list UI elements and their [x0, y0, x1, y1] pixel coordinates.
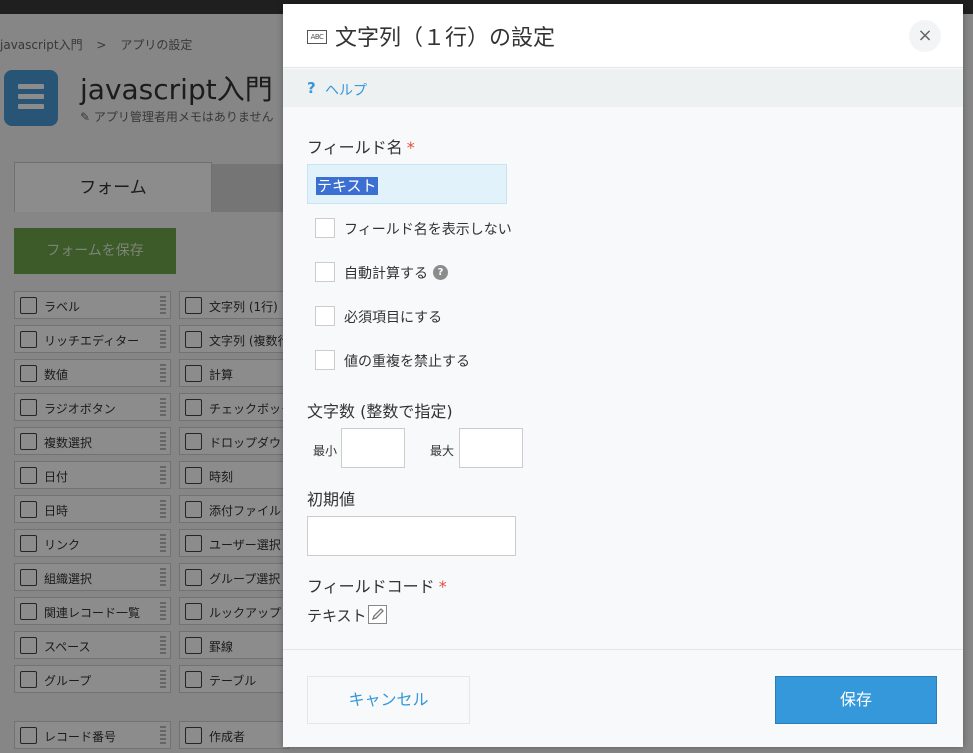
default-value-label: 初期値 — [307, 490, 356, 509]
close-icon: × — [917, 25, 933, 46]
required-mark: * — [406, 138, 415, 157]
abc-text-icon: ABC — [307, 30, 327, 44]
default-value-input[interactable] — [307, 516, 516, 556]
max-label: 最大 — [430, 444, 455, 458]
field-name-label: フィールド名 * — [307, 134, 415, 158]
field-code-label-text: フィールドコード — [307, 577, 435, 596]
dialog-footer: キャンセル 保存 — [283, 649, 963, 747]
max-length-input[interactable] — [459, 428, 523, 468]
field-settings-dialog: ABC 文字列（１行）の設定 × ? ヘルプ フィールド名 * テキスト フィール… — [283, 4, 963, 747]
auto-calc-label[interactable]: 自動計算する — [344, 263, 428, 283]
min-length-input[interactable] — [341, 428, 405, 468]
required-label[interactable]: 必須項目にする — [344, 307, 442, 327]
edit-icon[interactable] — [368, 605, 387, 624]
required-mark: * — [438, 577, 447, 596]
help-icon[interactable]: ? — [307, 79, 316, 97]
dialog-title: 文字列（１行）の設定 — [335, 26, 556, 51]
help-row: ? ヘルプ — [283, 69, 963, 107]
cancel-button[interactable]: キャンセル — [307, 676, 470, 724]
field-code-label: フィールドコード * — [307, 573, 447, 597]
hide-field-name-checkbox[interactable] — [315, 218, 335, 238]
help-link[interactable]: ヘルプ — [325, 80, 367, 100]
field-name-input[interactable]: テキスト — [307, 164, 507, 204]
min-label: 最小 — [313, 444, 338, 458]
unique-label[interactable]: 値の重複を禁止する — [344, 351, 470, 371]
required-checkbox[interactable] — [315, 306, 335, 326]
field-code-value: テキスト — [307, 607, 367, 625]
field-name-value: テキスト — [316, 177, 378, 195]
unique-checkbox[interactable] — [315, 350, 335, 370]
field-name-label-text: フィールド名 — [307, 138, 403, 157]
auto-calc-checkbox[interactable] — [315, 262, 335, 282]
dialog-header: ABC 文字列（１行）の設定 × — [283, 4, 963, 68]
hide-field-name-label[interactable]: フィールド名を表示しない — [344, 219, 512, 239]
close-button[interactable]: × — [909, 20, 941, 52]
save-button[interactable]: 保存 — [775, 676, 937, 724]
char-count-label: 文字数 (整数で指定) — [307, 402, 453, 421]
question-icon[interactable]: ? — [433, 265, 448, 280]
